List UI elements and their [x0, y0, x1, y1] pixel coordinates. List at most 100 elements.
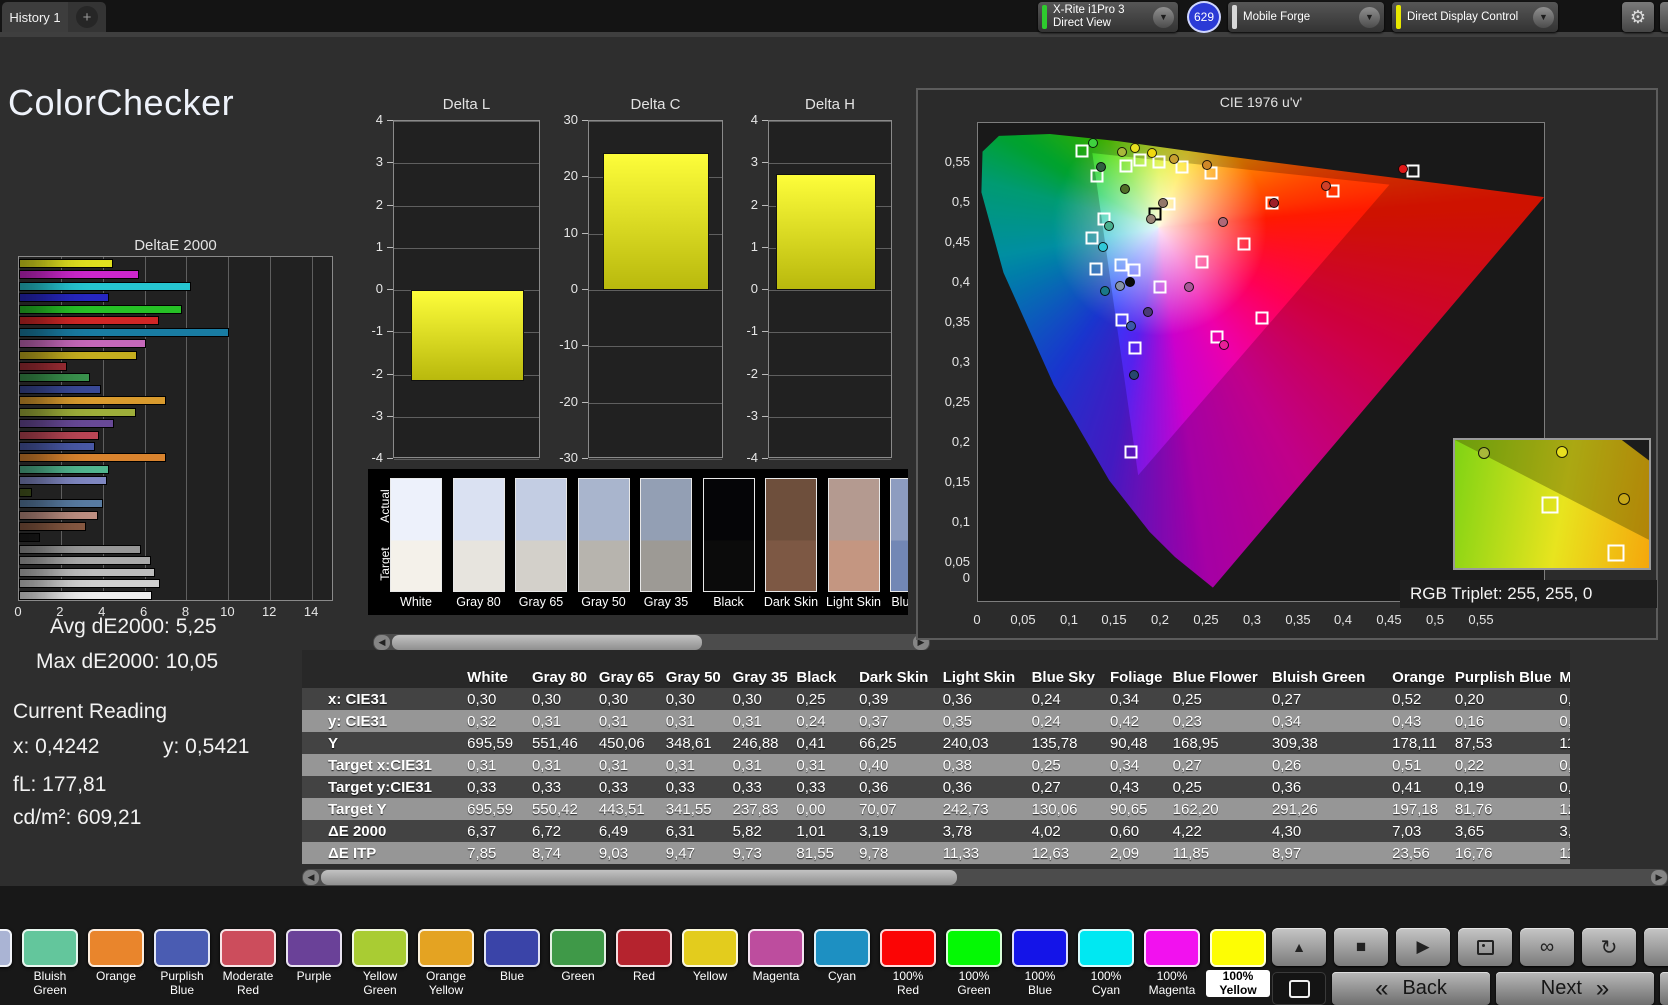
loop-button[interactable]: ∞: [1520, 928, 1574, 966]
target-marker: [1196, 255, 1209, 268]
new-tab-button[interactable]: +: [68, 2, 106, 32]
table-cell: 0,42: [1110, 710, 1173, 732]
swatch-black[interactable]: [703, 478, 755, 592]
target-marker: [1119, 160, 1132, 173]
de-bar-100-red[interactable]: [19, 316, 159, 325]
de-bar-100-blue[interactable]: [19, 293, 109, 302]
actual-marker: [1130, 143, 1140, 153]
de-bar-yellow[interactable]: [19, 351, 137, 360]
cie-zoom-inset[interactable]: [1453, 438, 1651, 570]
swatch-light-skin[interactable]: [828, 478, 880, 592]
back-button[interactable]: « Back: [1332, 972, 1490, 1005]
patch-label: OrangeYellow: [414, 970, 478, 997]
swatch-label: White: [384, 595, 448, 609]
de-bar-gray-35[interactable]: [19, 545, 141, 554]
de-bar-moderate-red[interactable]: [19, 431, 99, 440]
de-bar-blue-sky[interactable]: [19, 499, 103, 508]
de-bar-foliage[interactable]: [19, 488, 32, 497]
y-tick-label: 0: [347, 281, 383, 296]
actual-marker: [1218, 217, 1228, 227]
display-control-accent: [1396, 5, 1401, 29]
de-bar-red[interactable]: [19, 362, 67, 371]
table-cell: 0,25: [1173, 688, 1272, 710]
patch-target-button[interactable]: [1458, 928, 1512, 966]
scroll-up-button[interactable]: ▲: [1272, 928, 1326, 966]
de-bar-blue[interactable]: [19, 385, 101, 394]
refresh-button[interactable]: ↻: [1582, 928, 1636, 966]
inset-actual-marker: [1556, 446, 1568, 458]
de-bar-100-cyan[interactable]: [19, 282, 191, 291]
de-bar-blue-flower[interactable]: [19, 476, 107, 485]
swatch-gray-35[interactable]: [640, 478, 692, 592]
de-bar-green[interactable]: [19, 373, 90, 382]
tick: [762, 416, 768, 417]
scroll-left-button[interactable]: ◀: [303, 870, 319, 885]
settings-button[interactable]: ⚙: [1622, 2, 1654, 32]
tick: [762, 205, 768, 206]
swatch-blue-sky[interactable]: [890, 478, 908, 592]
de-bar-100-green[interactable]: [19, 305, 182, 314]
table-cell: 0,51: [1392, 754, 1455, 776]
swatch-scrollbar[interactable]: ◀ ▶: [373, 634, 930, 651]
workflow-label: Mobile Forge: [1243, 11, 1359, 24]
table-cell: 2,09: [1110, 842, 1173, 864]
de-bar-100-yellow[interactable]: [19, 259, 113, 268]
tab-history-1[interactable]: History 1: [2, 2, 68, 32]
actual-marker: [1398, 164, 1408, 174]
de-bar-gray-65[interactable]: [19, 568, 155, 577]
de-bar-dark-skin[interactable]: [19, 522, 86, 531]
de-bar-magenta[interactable]: [19, 339, 146, 348]
target-marker: [1085, 231, 1098, 244]
stop-button[interactable]: ■: [1334, 928, 1388, 966]
chevron-down-icon[interactable]: ▼: [1359, 7, 1380, 28]
chevron-down-icon[interactable]: ▼: [1533, 7, 1554, 28]
workflow-dropdown[interactable]: Mobile Forge ▼: [1228, 2, 1384, 32]
table-cell: 3,65: [1455, 820, 1560, 842]
more-button[interactable]: [1644, 928, 1668, 966]
de-bar-100-magenta[interactable]: [19, 270, 139, 279]
table-scrollbar[interactable]: ◀ ▶: [302, 869, 1668, 886]
patch-window-button[interactable]: [1272, 972, 1326, 1005]
meter-dropdown[interactable]: X-Rite i1Pro 3 Direct View ▼: [1038, 2, 1178, 32]
swatch-label: Light Skin: [822, 595, 886, 609]
y-tick-label: -10: [542, 337, 578, 352]
measurement-count-badge[interactable]: 629: [1187, 1, 1221, 33]
target-marker: [1134, 153, 1147, 166]
de-bar-purple[interactable]: [19, 419, 114, 428]
table-cell: 7,03: [1392, 820, 1455, 842]
de-bar-yellow-green[interactable]: [19, 408, 136, 417]
swatch-gray-50[interactable]: [578, 478, 630, 592]
de-bar-gray-50[interactable]: [19, 556, 151, 565]
tick: [582, 233, 588, 234]
play-button[interactable]: ▶: [1396, 928, 1450, 966]
de-bar-orange-yellow[interactable]: [19, 396, 166, 405]
column-header-black: Black: [796, 650, 859, 688]
table-cell: 90,48: [1110, 732, 1173, 754]
de-bar-purplish-blue[interactable]: [19, 442, 95, 451]
collapse-panel-button[interactable]: ◀: [1660, 2, 1668, 32]
chevron-down-icon[interactable]: ▼: [1153, 7, 1174, 28]
de-bar-cyan[interactable]: [19, 328, 229, 337]
patch-label: Orange: [84, 970, 148, 984]
de-bar-black[interactable]: [19, 533, 40, 542]
swatch-dark-skin[interactable]: [765, 478, 817, 592]
display-control-dropdown[interactable]: Direct Display Control ▼: [1392, 2, 1558, 32]
swatch-gray-80[interactable]: [453, 478, 505, 592]
table-cell: 9,78: [859, 842, 943, 864]
gridline: [589, 459, 722, 460]
rgb-triplet-readout: RGB Triplet: 255, 255, 0: [1400, 580, 1657, 608]
scroll-patches-right-button[interactable]: [1660, 972, 1668, 1005]
de-bar-bluish-green[interactable]: [19, 465, 109, 474]
table-scrollbar-thumb[interactable]: [321, 870, 957, 885]
swatch-gray-65[interactable]: [515, 478, 567, 592]
scroll-right-button[interactable]: ▶: [1651, 870, 1667, 885]
next-button[interactable]: Next »: [1496, 972, 1654, 1005]
swatch-scrollbar-thumb[interactable]: [392, 635, 702, 650]
de-bar-light-skin[interactable]: [19, 511, 98, 520]
scroll-left-button[interactable]: ◀: [374, 635, 390, 650]
de-bar-gray-80[interactable]: [19, 579, 160, 588]
swatch-white[interactable]: [390, 478, 442, 592]
refresh-icon: ↻: [1601, 935, 1618, 960]
de-bar-white[interactable]: [19, 591, 152, 600]
de-bar-orange[interactable]: [19, 453, 166, 462]
